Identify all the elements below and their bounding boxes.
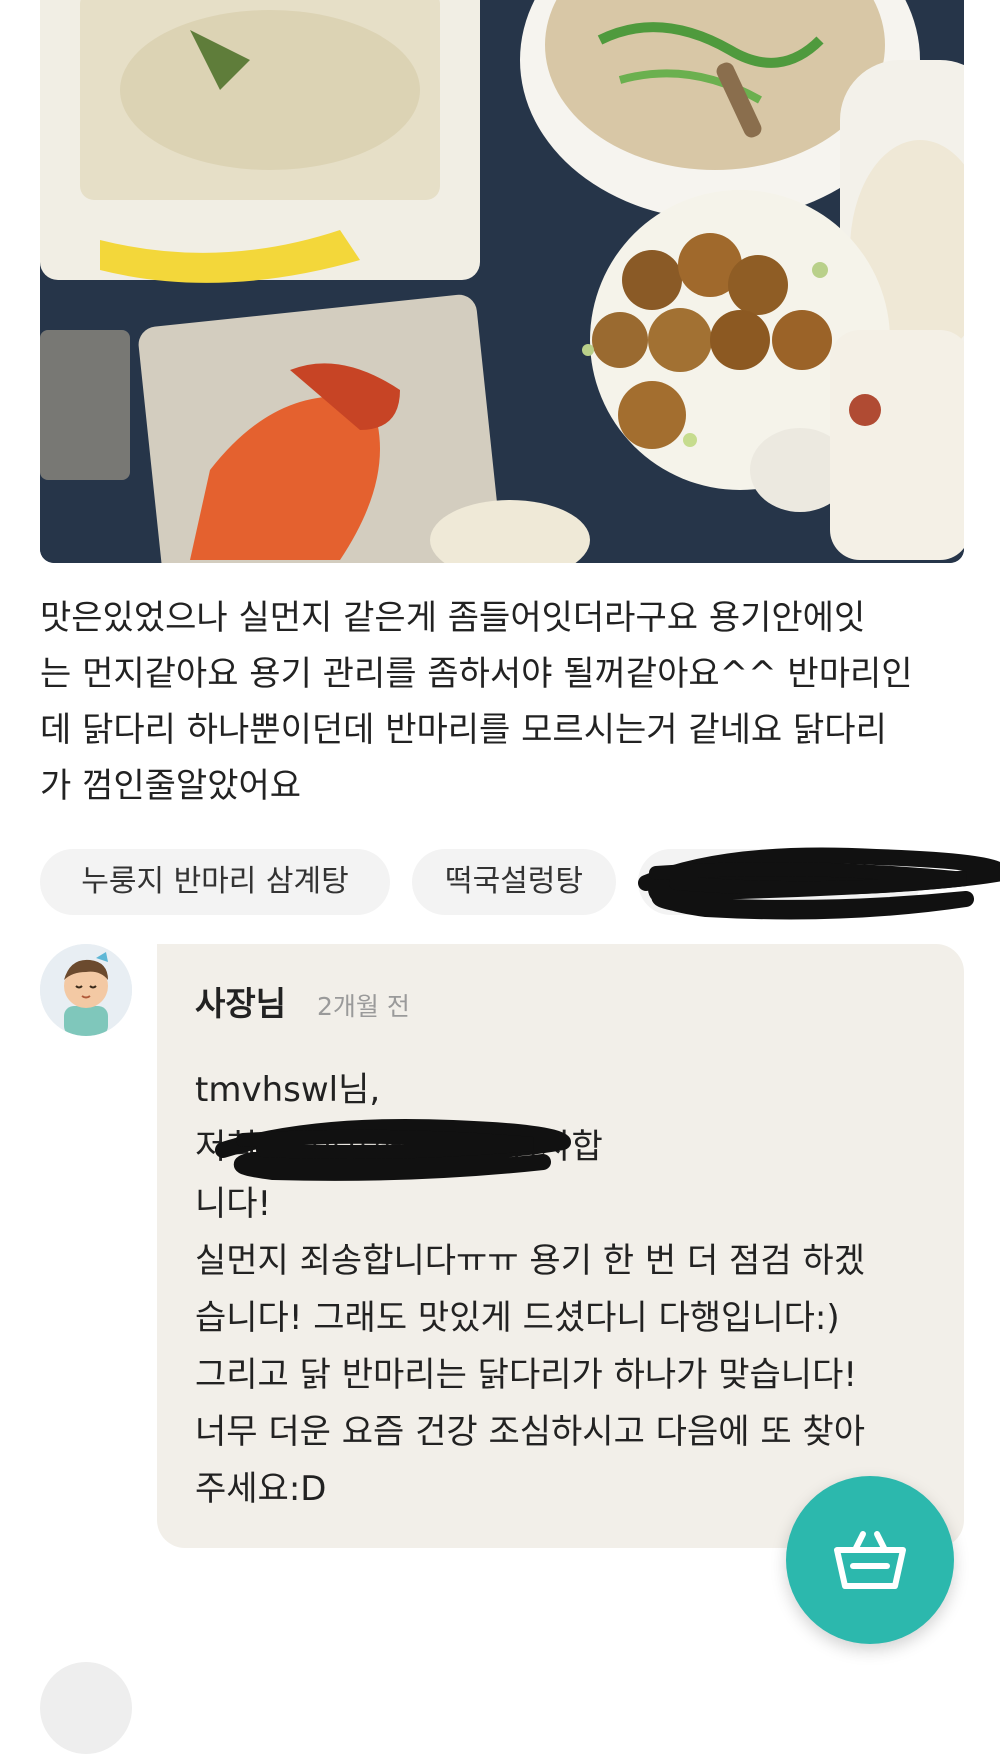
reply-time: 2개월 전 bbox=[317, 992, 410, 1021]
menu-tag[interactable]: 떡국설렁탕 bbox=[412, 849, 616, 915]
shopping-basket-icon bbox=[834, 1531, 906, 1589]
owner-name: 사장님 bbox=[195, 984, 287, 1023]
menu-tag-redacted[interactable] bbox=[638, 849, 920, 915]
review-photo[interactable] bbox=[40, 0, 964, 563]
reply-body: tmvhswl님, 저희 을 이용해주셔서 감사합 니다! 실먼지 죄송합니다ㅠ… bbox=[195, 1070, 865, 1509]
review-text: 맛은있었으나 실먼지 같은게 좀들어잇더라구요 용기안에잇 는 먼지같아요 용기… bbox=[40, 598, 913, 806]
owner-reply: 사장님 2개월 전 tmvhswl님, 저희 을 이용해주셔서 감사합 니다! … bbox=[157, 944, 964, 1548]
chef-character-icon bbox=[40, 944, 132, 1036]
menu-tag[interactable]: 누룽지 반마리 삼계탕 bbox=[40, 849, 390, 915]
owner-avatar bbox=[40, 944, 132, 1036]
review-photo-image bbox=[40, 0, 964, 563]
cart-button[interactable] bbox=[786, 1476, 954, 1644]
menu-tags: 누룽지 반마리 삼계탕 떡국설렁탕 bbox=[40, 847, 1000, 920]
